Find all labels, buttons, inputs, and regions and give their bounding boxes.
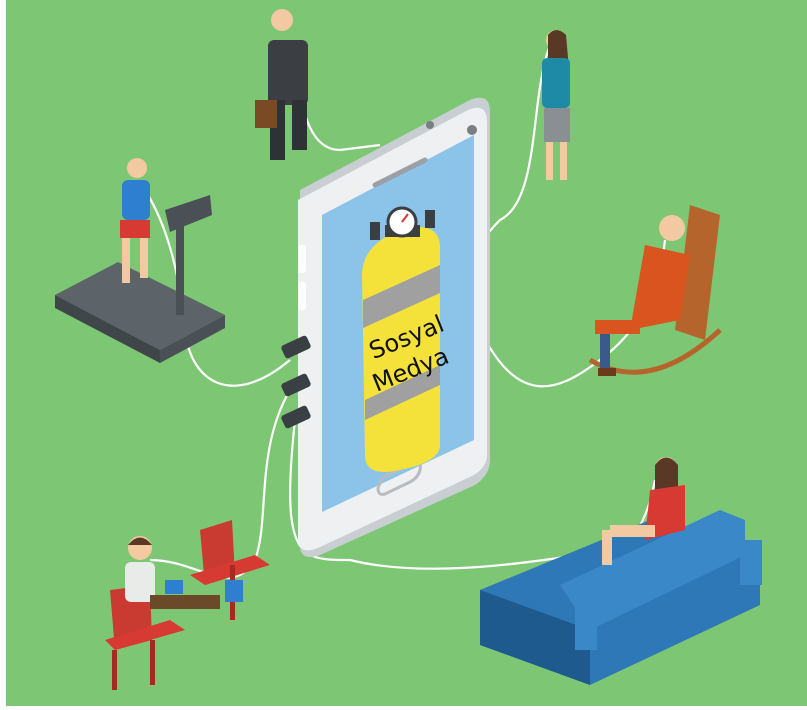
oxygen-tank: Sosyal Medya <box>362 206 453 473</box>
illustration: Sosyal Medya <box>6 0 807 706</box>
